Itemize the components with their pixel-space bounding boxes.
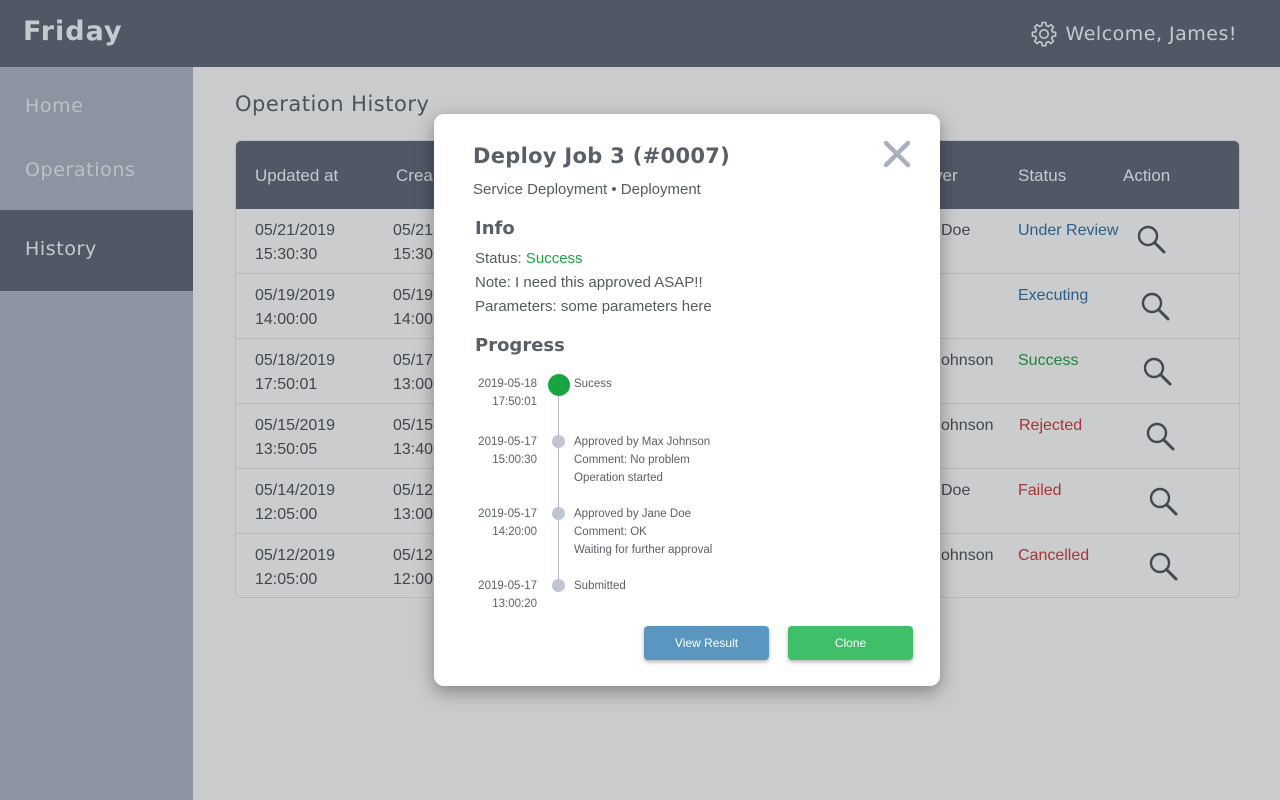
parameters-line: Parameters: some parameters here bbox=[475, 298, 712, 315]
note-line: Note: I need this approved ASAP!! bbox=[475, 274, 703, 291]
timeline-text: Approved by Jane Doe Comment: OK Waiting… bbox=[574, 508, 713, 556]
progress-heading: Progress bbox=[475, 335, 565, 356]
job-detail-modal: Deploy Job 3 (#0007) Service Deployment … bbox=[434, 114, 940, 686]
timeline-time: 2019-05-17 15:00:30 bbox=[478, 436, 537, 466]
timeline-dot bbox=[552, 579, 565, 592]
modal-subtitle: Service Deployment • Deployment bbox=[473, 181, 701, 198]
timeline-dot bbox=[552, 507, 565, 520]
timeline-dot bbox=[552, 435, 565, 448]
timeline-dot-current bbox=[548, 374, 570, 396]
status-line: Status: Success bbox=[475, 250, 583, 267]
view-result-button[interactable]: View Result bbox=[644, 626, 769, 660]
clone-button[interactable]: Clone bbox=[788, 626, 913, 660]
status-label: Status: bbox=[475, 250, 526, 267]
timeline-text: Approved by Max Johnson Comment: No prob… bbox=[574, 436, 711, 484]
timeline-time: 2019-05-17 13:00:20 bbox=[478, 580, 537, 610]
modal-title: Deploy Job 3 (#0007) bbox=[473, 144, 731, 168]
status-value: Success bbox=[525, 250, 583, 267]
timeline-text: Sucess bbox=[574, 378, 612, 390]
timeline-text: Submitted bbox=[574, 580, 626, 592]
info-heading: Info bbox=[475, 218, 515, 239]
timeline-time: 2019-05-18 17:50:01 bbox=[478, 378, 537, 408]
timeline-time: 2019-05-17 14:20:00 bbox=[478, 508, 537, 538]
close-icon[interactable] bbox=[881, 138, 913, 170]
timeline-line bbox=[558, 386, 559, 586]
